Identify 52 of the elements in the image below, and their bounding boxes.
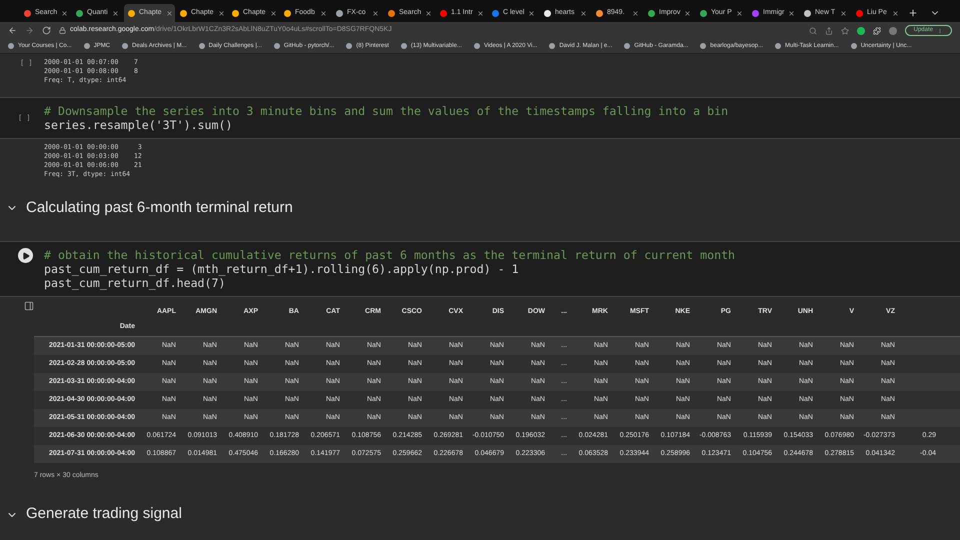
close-icon[interactable]	[61, 10, 68, 16]
close-icon[interactable]	[528, 10, 536, 16]
bookmark-icon	[198, 43, 205, 49]
code-line: past_cum_return_df.head(7)	[44, 276, 226, 290]
code-comment: # Downsample the series into 3 minute bins and sum the values of the timestamps falling into a bin	[44, 104, 728, 118]
bookmark-icon	[549, 43, 556, 49]
run-cell-button[interactable]	[18, 248, 33, 263]
section-heading: Generate trading signal	[26, 504, 182, 524]
close-icon[interactable]	[218, 10, 225, 16]
close-icon[interactable]	[476, 10, 484, 16]
puzzle-icon[interactable]	[872, 26, 881, 34]
close-icon[interactable]	[112, 10, 119, 16]
close-icon[interactable]	[580, 10, 587, 16]
code-line: series.resample('3T').sum()	[44, 118, 232, 132]
bookmark-icon	[84, 43, 90, 49]
bookmark-icon	[474, 43, 480, 49]
code-cell[interactable]: # obtain the historical cumulative returns of past 6 months as the terminal return of current month past_cum_return_df = (mth_return_df+1).rolling(6).apply(np.prod) - 1 past_cum_return_df.head(7)	[0, 241, 960, 297]
play-icon	[22, 252, 30, 260]
bookmark-icon	[346, 43, 352, 49]
reload-icon[interactable]	[42, 26, 51, 35]
section-heading: Calculating past 6-month terminal return	[26, 198, 293, 218]
forward-icon[interactable]	[25, 26, 34, 35]
close-icon[interactable]	[840, 10, 847, 16]
extension-icon[interactable]	[856, 26, 865, 34]
close-icon[interactable]	[684, 10, 692, 16]
close-icon[interactable]	[320, 10, 327, 16]
close-icon[interactable]	[270, 10, 277, 16]
code-line: past_cum_return_df = (mth_return_df+1).rolling(6).apply(np.prod) - 1	[44, 262, 519, 276]
bookmark-icon	[8, 43, 14, 49]
star-icon[interactable]	[840, 26, 849, 34]
bookmark-icon	[850, 43, 857, 49]
back-icon[interactable]	[8, 26, 17, 35]
profile-avatar[interactable]	[888, 26, 897, 34]
close-icon[interactable]	[166, 10, 173, 16]
bookmark-icon	[122, 43, 128, 49]
close-icon[interactable]	[372, 10, 379, 16]
search-icon[interactable]	[808, 26, 817, 34]
bookmark-icon	[274, 43, 280, 49]
output-toggle-icon[interactable]	[24, 301, 34, 311]
share-icon[interactable]	[824, 26, 833, 34]
close-icon[interactable]	[736, 10, 743, 16]
bookmark-icon	[775, 43, 782, 49]
close-icon[interactable]	[788, 10, 796, 16]
close-icon[interactable]	[425, 10, 432, 16]
bookmark-icon	[624, 43, 630, 49]
bookmark-icon	[400, 43, 407, 49]
close-icon[interactable]	[632, 10, 639, 16]
close-icon[interactable]	[892, 10, 899, 16]
code-comment: # obtain the historical cumulative returns of past 6 months as the terminal return of current month	[44, 248, 736, 262]
bookmark-icon	[700, 43, 706, 49]
new-tab-icon[interactable]	[908, 8, 918, 18]
lock-icon	[59, 27, 66, 34]
